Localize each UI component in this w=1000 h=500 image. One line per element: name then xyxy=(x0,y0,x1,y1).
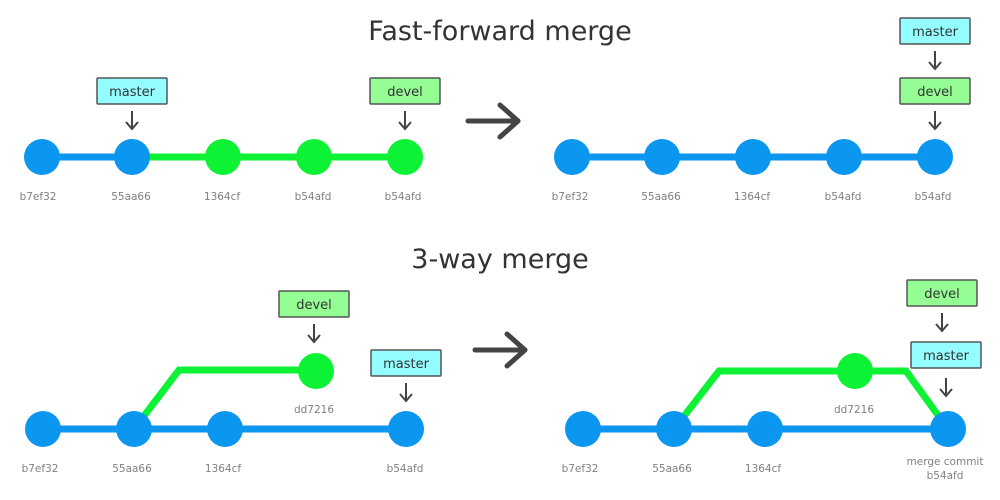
commit-node xyxy=(205,139,241,175)
right-arrow-icon xyxy=(465,102,521,140)
commit-node xyxy=(114,139,150,175)
commit-node xyxy=(837,353,873,389)
commit-hash: b7ef32 xyxy=(562,463,599,475)
down-arrow-icon xyxy=(935,312,949,332)
commit-hash: b54afd xyxy=(385,191,422,203)
down-arrow-icon xyxy=(939,377,953,397)
down-arrow-icon xyxy=(399,382,413,402)
down-arrow-icon xyxy=(928,50,942,70)
commit-node xyxy=(656,411,692,447)
commit-hash: 1364cf xyxy=(745,463,781,475)
master-branch-label-text: master xyxy=(923,349,969,364)
commit-node xyxy=(747,411,783,447)
commit-hash: b54afd xyxy=(387,463,424,475)
commit-node xyxy=(24,139,60,175)
commit-node xyxy=(116,411,152,447)
commit-hash: 55aa66 xyxy=(652,463,692,475)
devel-branch-edge xyxy=(671,367,951,432)
commit-hash: b7ef32 xyxy=(22,463,59,475)
commit-hash: dd7216 xyxy=(834,404,874,416)
commit-node xyxy=(735,139,771,175)
commit-node xyxy=(917,139,953,175)
commit-hash: 55aa66 xyxy=(111,191,151,203)
down-arrow-icon xyxy=(125,110,139,130)
commit-node xyxy=(565,411,601,447)
devel-branch-label-text: devel xyxy=(296,298,332,313)
commit-hash: b54afd xyxy=(295,191,332,203)
down-arrow-icon xyxy=(307,323,321,343)
commit-node xyxy=(207,411,243,447)
down-arrow-icon xyxy=(398,110,412,130)
commit-hash: dd7216 xyxy=(294,404,334,416)
devel-branch-label-text: devel xyxy=(917,85,953,100)
commit-hash: 55aa66 xyxy=(641,191,681,203)
commit-hash: b54afd xyxy=(825,191,862,203)
master-branch-label-text: master xyxy=(912,25,958,40)
threeway-title: 3-way merge xyxy=(411,244,588,275)
right-arrow-icon xyxy=(472,331,528,369)
commit-node xyxy=(298,353,334,389)
commit-hash: b54afd xyxy=(927,470,964,482)
commit-hash: b54afd xyxy=(915,191,952,203)
commit-hash: b7ef32 xyxy=(20,191,57,203)
master-branch-label-text: master xyxy=(109,85,155,100)
commit-hash: 1364cf xyxy=(205,463,241,475)
commit-node xyxy=(826,139,862,175)
master-branch-label-text: master xyxy=(383,357,429,372)
commit-node xyxy=(388,411,424,447)
merge-diagram: Fast-forward merge b7ef32 55aa66 1364cf … xyxy=(20,16,984,482)
commit-hash: 1364cf xyxy=(204,191,240,203)
commit-node xyxy=(296,139,332,175)
commit-node xyxy=(554,139,590,175)
merge-commit-node xyxy=(930,411,966,447)
merge-commit-note: merge commit xyxy=(907,456,984,468)
commit-node xyxy=(387,139,423,175)
ff-title: Fast-forward merge xyxy=(368,16,631,47)
devel-branch-label-text: devel xyxy=(924,287,960,302)
commit-hash: 55aa66 xyxy=(112,463,152,475)
commit-node xyxy=(25,411,61,447)
commit-node xyxy=(644,139,680,175)
commit-hash: 1364cf xyxy=(734,191,770,203)
commit-hash: b7ef32 xyxy=(552,191,589,203)
devel-branch-label-text: devel xyxy=(387,85,423,100)
down-arrow-icon xyxy=(928,110,942,130)
